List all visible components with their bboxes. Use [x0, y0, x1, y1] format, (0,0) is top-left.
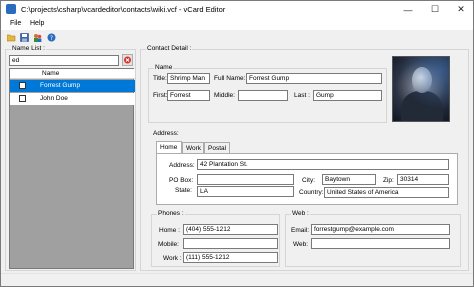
zip-label: Zip:	[383, 177, 394, 184]
row-checkbox[interactable]	[19, 95, 26, 102]
title-bar: C:\projects\csharp\vcardeditor\contacts\…	[1, 1, 473, 18]
row-name: John Doe	[40, 95, 68, 102]
row-checkbox[interactable]	[19, 82, 26, 89]
app-icon	[6, 4, 16, 14]
name-group-label: Name	[154, 64, 174, 71]
tab-work[interactable]: Work	[182, 142, 204, 153]
email-field[interactable]: forrestgump@example.com	[311, 224, 450, 235]
list-header: Name	[10, 69, 135, 79]
web-label: Web:	[293, 241, 309, 248]
city-field[interactable]: Baytown	[322, 174, 376, 185]
column-header-name[interactable]: Name	[42, 70, 59, 77]
contact-photo[interactable]	[392, 56, 450, 122]
address-field[interactable]: 42 Plantation St.	[197, 159, 449, 170]
delete-icon	[124, 56, 131, 64]
first-name-label: First:	[153, 92, 168, 99]
tab-postal[interactable]: Postal	[204, 142, 230, 153]
title-field[interactable]: Shrimp Man	[167, 73, 210, 84]
photo-glow	[393, 57, 449, 121]
add-contact-icon[interactable]	[33, 33, 42, 42]
zip-field[interactable]: 30314	[397, 174, 449, 185]
last-name-field[interactable]: Gump	[313, 90, 382, 101]
menu-bar: File Help	[1, 18, 473, 30]
help-icon[interactable]: ?	[47, 33, 56, 42]
web-field[interactable]	[311, 238, 450, 249]
menu-file[interactable]: File	[10, 20, 21, 27]
name-search-input[interactable]: ed	[9, 55, 119, 66]
middle-name-label: Middle:	[214, 92, 235, 99]
state-label: State:	[175, 187, 192, 194]
clear-search-button[interactable]	[122, 54, 133, 66]
name-list-label: Name List :	[11, 45, 46, 52]
address-label: Address:	[169, 162, 195, 169]
country-label: Country:	[299, 189, 324, 196]
last-name-label: Last :	[294, 92, 310, 99]
state-field[interactable]: LA	[197, 186, 294, 197]
address-group-label: Address:	[152, 130, 180, 137]
list-item[interactable]: John Doe	[10, 93, 135, 105]
home-phone-field[interactable]: (404) 555-1212	[183, 224, 278, 235]
menu-help[interactable]: Help	[30, 20, 44, 27]
po-box-field[interactable]	[197, 174, 294, 185]
title-label: Title:	[153, 75, 167, 82]
window-title: C:\projects\csharp\vcardeditor\contacts\…	[21, 5, 226, 14]
maximize-button[interactable]: ☐	[424, 1, 446, 18]
email-label: Email:	[291, 227, 310, 234]
minimize-button[interactable]: —	[397, 1, 419, 18]
home-phone-label: Home :	[159, 227, 180, 234]
row-name: Forrest Gump	[40, 82, 81, 89]
full-name-field[interactable]: Forrest Gump	[246, 73, 382, 84]
po-box-label: PO Box:	[169, 177, 194, 184]
mobile-phone-field[interactable]	[183, 238, 278, 249]
toolbar: ?	[1, 31, 473, 44]
country-field[interactable]: United States of America	[324, 187, 449, 198]
svg-text:?: ?	[50, 35, 53, 42]
app-window: C:\projects\csharp\vcardeditor\contacts\…	[0, 0, 474, 287]
work-phone-label: Work :	[163, 255, 182, 262]
open-folder-icon[interactable]	[6, 33, 16, 42]
full-name-label: Full Name:	[214, 75, 246, 82]
list-item[interactable]: Forrest Gump	[10, 80, 135, 92]
mobile-phone-label: Mobile:	[158, 241, 179, 248]
phones-group-label: Phones :	[157, 210, 185, 217]
save-icon[interactable]	[20, 33, 29, 42]
close-button[interactable]: ✕	[450, 1, 472, 18]
work-phone-field[interactable]: (111) 555-1212	[183, 252, 278, 263]
middle-name-field[interactable]	[238, 90, 288, 101]
tab-home[interactable]: Home	[156, 141, 182, 153]
name-list[interactable]: Name Forrest Gump John Doe	[9, 68, 135, 269]
status-bar	[1, 273, 473, 286]
web-group-label: Web :	[291, 210, 310, 217]
city-label: City:	[302, 177, 315, 184]
contact-detail-label: Contact Detail :	[146, 45, 193, 52]
first-name-field[interactable]: Forrest	[167, 90, 210, 101]
